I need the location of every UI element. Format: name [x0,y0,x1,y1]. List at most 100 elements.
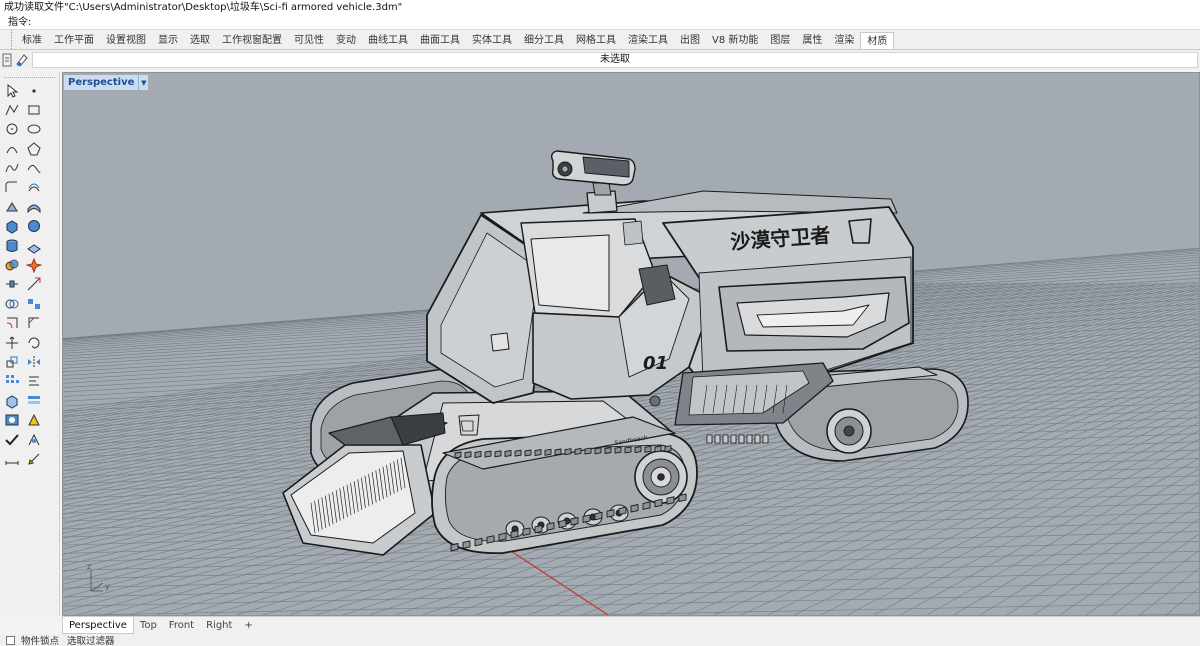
toolbar-tab[interactable]: 显示 [152,32,184,49]
ellipse-icon[interactable] [24,120,44,139]
annotation-icon[interactable] [24,449,44,468]
rectangle-icon[interactable] [24,100,44,119]
block-icon[interactable] [2,391,22,410]
toolbar-tab[interactable]: 变动 [330,32,362,49]
tread-segment [654,498,663,508]
curve-icon[interactable] [2,159,22,178]
chamfer-icon[interactable] [24,314,44,333]
toolbar-tab[interactable]: 可见性 [288,32,330,49]
viewport-title-label[interactable]: Perspective [64,75,139,90]
join-icon[interactable] [2,275,22,294]
tread-segment [504,450,512,457]
render-icon[interactable] [2,411,22,430]
toolbar-tab[interactable]: 曲面工具 [414,32,466,49]
toolbar-tab[interactable]: 出图 [674,32,706,49]
check-icon[interactable] [2,430,22,449]
tread-segment [678,493,687,503]
toolbar-tab[interactable]: 渲染 [828,32,860,49]
material-icon[interactable] [24,411,44,430]
toolbar-tab[interactable]: 设置视图 [100,32,152,49]
command-prompt[interactable]: 指令: [0,15,1200,30]
loft-icon[interactable] [24,197,44,216]
selection-row: 未选取 [0,50,1200,70]
layer-icon[interactable] [24,391,44,410]
tread-segment [554,448,562,456]
toolbar-tab[interactable]: 渲染工具 [622,32,674,49]
viewport-tab[interactable]: Top [134,617,163,634]
toolbar-tab[interactable]: V8 新功能 [706,32,764,49]
under-tooth [762,434,769,444]
viewport-tab[interactable]: Front [163,617,200,634]
toolbar-tab[interactable]: 图层 [764,32,796,49]
rotate-icon[interactable] [24,333,44,352]
polyline-icon[interactable] [2,100,22,119]
grid-line [75,592,1199,615]
intersect-icon[interactable] [2,294,22,313]
tread-segment [534,524,543,534]
sphere-icon[interactable] [24,217,44,236]
boolean-icon[interactable] [2,256,22,275]
point-icon[interactable] [24,81,44,100]
perspective-viewport[interactable]: Perspective ▼ Sandbeach 01 沙漠守卫者 z y [62,72,1200,616]
grid-line [1183,283,1199,615]
selection-row-icons [0,50,32,70]
polygon-icon[interactable] [24,139,44,158]
osnap-toggle[interactable]: 物件锁点 [21,633,67,646]
toolbar-tab[interactable]: 材质 [860,32,895,49]
tool-palette [0,72,60,616]
arc-icon[interactable] [2,139,22,158]
fillet-edge-icon[interactable] [2,314,22,333]
scale-icon[interactable] [2,352,22,371]
tread-segment [486,535,495,544]
trim-icon[interactable] [24,275,44,294]
mesh-plane-icon[interactable] [24,236,44,255]
tread-segment [624,446,632,454]
toolbar-tab[interactable]: 工作视窗配置 [216,32,288,49]
toolbar-tab[interactable]: 网格工具 [570,32,622,49]
viewport-menu-arrow-icon[interactable]: ▼ [138,75,149,90]
viewport-title[interactable]: Perspective ▼ [64,75,149,90]
free-curve-icon[interactable] [24,159,44,178]
viewport-tab[interactable]: Perspective [62,617,134,634]
tread-segment [546,522,555,531]
surface-corner-icon[interactable] [2,197,22,216]
box-solid-icon[interactable] [2,217,22,236]
toolbar-grip[interactable] [0,30,12,49]
dimension-icon[interactable] [2,449,22,468]
tread-segment [570,517,579,526]
circle-icon[interactable] [2,120,22,139]
armored-vehicle-model[interactable]: Sandbeach 01 沙漠守卫者 [282,150,969,556]
dock-icon[interactable] [2,53,12,67]
toolbar-tab[interactable]: 实体工具 [466,32,518,49]
toolbar-tab[interactable]: 标准 [16,32,48,49]
group-icon[interactable] [24,294,44,313]
toolbar-tab[interactable]: 选取 [184,32,216,49]
toolbar-tab[interactable]: 细分工具 [518,32,570,49]
tread-segment [594,511,603,521]
under-tooth [746,434,753,444]
move-icon[interactable] [2,333,22,352]
axis-gizmo: z y [87,562,110,592]
toolbar-tab[interactable]: 属性 [796,32,828,49]
osnap-checkbox[interactable] [6,635,15,645]
array-icon[interactable] [2,372,22,391]
analyze-icon[interactable] [24,430,44,449]
fillet-curve-icon[interactable] [2,178,22,197]
toolbar-tab[interactable]: 工作平面 [48,32,100,49]
toolbar-tab[interactable]: 曲线工具 [362,32,414,49]
tread-segment [522,527,531,536]
tread-segment [654,445,662,453]
explode-icon[interactable] [24,256,44,275]
select-arrow-icon[interactable] [2,81,22,100]
tread-segment [534,449,542,457]
add-viewport-tab[interactable]: + [238,617,258,634]
viewport-tab[interactable]: Right [200,617,238,634]
selection-filter-toggle[interactable]: 选取过滤器 [67,633,123,646]
mirror-icon[interactable] [24,352,44,371]
offset-curve-icon[interactable] [24,178,44,197]
align-icon[interactable] [24,372,44,391]
rhino-window: 成功读取文件"C:\Users\Administrator\Desktop\垃圾… [0,0,1200,646]
grid-line [1192,609,1199,615]
edit-selection-icon[interactable] [16,54,28,67]
cylinder-icon[interactable] [2,236,22,255]
